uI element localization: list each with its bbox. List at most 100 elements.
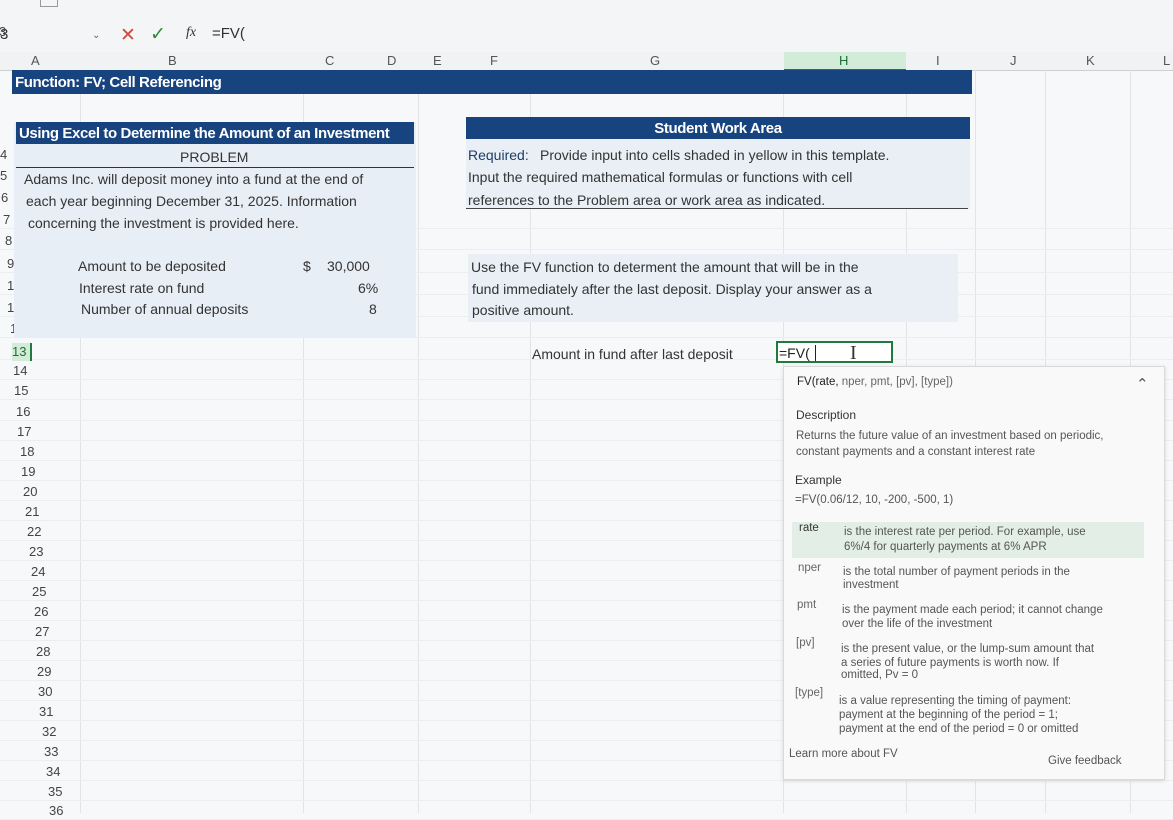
learn-more-link[interactable]: Learn more about FV (789, 748, 898, 760)
column-header-b[interactable]: B (168, 53, 177, 68)
row-header[interactable]: 30 (38, 684, 52, 699)
arg-desc: omitted, Pv = 0 (841, 669, 919, 681)
problem-label: PROBLEM (180, 149, 249, 165)
divider (466, 208, 968, 209)
arg-name: rate (799, 522, 819, 534)
divider (16, 167, 414, 168)
input-value[interactable]: 30,000 (327, 258, 370, 274)
column-header-a[interactable]: A (31, 53, 40, 68)
required-text-line: Input the required mathematical formulas… (468, 169, 853, 185)
cancel-icon[interactable]: ✕ (120, 24, 136, 47)
input-value[interactable]: 8 (369, 301, 377, 317)
fx-icon[interactable]: fx (186, 25, 196, 41)
required-label: Required: (468, 147, 529, 163)
row-header[interactable]: 33 (44, 744, 58, 759)
row-header[interactable]: 16 (16, 404, 30, 419)
function-signature: FV(rate, nper, pmt, [pv], [type]) (797, 376, 953, 388)
chevron-down-icon[interactable]: ⌄ (92, 30, 100, 41)
window-button[interactable] (40, 0, 58, 7)
column-header-h[interactable]: H (839, 53, 848, 68)
row-header[interactable]: 25 (32, 584, 46, 599)
arg-name: nper (798, 562, 822, 574)
row-header[interactable]: 23 (29, 544, 43, 559)
problem-text-line: Adams Inc. will deposit money into a fun… (24, 171, 364, 187)
grid-line (418, 70, 419, 813)
row-header[interactable]: 13 (12, 343, 33, 361)
row-header[interactable]: 27 (35, 624, 49, 639)
arg-desc: is a value representing the timing of pa… (839, 695, 1072, 707)
answer-input[interactable]: =FV( (779, 345, 810, 361)
row-header[interactable]: 18 (20, 444, 34, 459)
required-text-line: references to the Problem area or work a… (468, 192, 826, 208)
row-header[interactable]: 4 (0, 147, 7, 162)
column-headers: A B C D E F G H I J K L (0, 52, 1173, 71)
arg-desc: payment at the beginning of the period =… (839, 709, 1058, 721)
grid-row-line (0, 800, 1173, 801)
column-header-f[interactable]: F (490, 53, 498, 68)
column-header-g[interactable]: G (650, 53, 660, 68)
row-header[interactable]: 36 (49, 803, 63, 818)
input-label: Interest rate on fund (79, 280, 205, 296)
answer-label: Amount in fund after last deposit (532, 346, 733, 362)
row-header[interactable]: 20 (23, 484, 37, 499)
column-header-c[interactable]: C (325, 53, 334, 68)
sheet-title: Function: FV; Cell Referencing (15, 74, 222, 91)
work-header-bar: Student Work Area (466, 117, 970, 139)
column-header-k[interactable]: K (1086, 53, 1095, 68)
row-header[interactable]: 35 (48, 784, 62, 799)
column-header-d[interactable]: D (387, 53, 396, 68)
arg-desc: payment at the end of the period = 0 or … (839, 723, 1079, 735)
row-header[interactable]: 8 (5, 233, 12, 248)
row-header[interactable]: 34 (46, 764, 60, 779)
column-header-l[interactable]: L (1163, 53, 1170, 68)
input-currency: $ (303, 258, 311, 274)
enter-icon[interactable]: ✓ (150, 23, 166, 46)
arg-desc: a series of future payments is worth now… (841, 657, 1059, 669)
arg-name: pmt (797, 599, 817, 611)
formula-input[interactable]: =FV( (212, 25, 245, 42)
work-header: Student Work Area (654, 120, 782, 137)
example-formula: =FV(0.06/12, 10, -200, -500, 1) (795, 494, 954, 506)
row-header[interactable]: 22 (27, 524, 41, 539)
input-label: Amount to be deposited (78, 258, 226, 274)
arg-desc: is the payment made each period; it cann… (842, 604, 1103, 616)
function-tooltip: FV(rate, nper, pmt, [pv], [type]) ⌃ Desc… (783, 366, 1165, 780)
row-header[interactable]: 17 (17, 424, 31, 439)
sheet-title-bar: Function: FV; Cell Referencing (12, 70, 972, 94)
arg-name: [type] (795, 687, 824, 699)
give-feedback-link[interactable]: Give feedback (1048, 755, 1122, 767)
arg-desc: is the total number of payment periods i… (843, 566, 1070, 578)
row-header[interactable]: 14 (13, 363, 27, 378)
answer-cell[interactable]: =FV( I (776, 341, 893, 364)
row-header[interactable]: 19 (21, 464, 35, 479)
problem-header: Using Excel to Determine the Amount of a… (19, 125, 390, 142)
row-header[interactable]: 6 (1, 190, 8, 205)
row-header[interactable]: 31 (39, 704, 53, 719)
problem-text-line: each year beginning December 31, 2025. I… (26, 193, 357, 209)
column-header-i[interactable]: I (936, 53, 940, 68)
formula-bar: 3 ⌄ ✕ ✓ fx =FV( (0, 0, 1173, 53)
text-cursor (815, 345, 816, 361)
arg-desc: 6%/4 for quarterly payments at 6% APR (844, 541, 1047, 553)
arg-desc: is the present value, or the lump-sum am… (841, 643, 1095, 655)
row-header[interactable]: 7 (3, 212, 10, 227)
collapse-icon[interactable]: ⌃ (1136, 375, 1149, 393)
instruction-text-line: positive amount. (472, 302, 574, 318)
description-line: Returns the future value of an investmen… (796, 430, 1104, 442)
input-label: Number of annual deposits (81, 301, 249, 317)
row-header[interactable]: 21 (25, 504, 39, 519)
row-header[interactable]: 15 (14, 383, 28, 398)
row-header[interactable]: 24 (31, 564, 45, 579)
instruction-text-line: fund immediately after the last deposit.… (472, 281, 872, 297)
grid-row-line (0, 780, 1173, 781)
column-header-e[interactable]: E (433, 53, 442, 68)
row-header[interactable]: 29 (37, 664, 51, 679)
row-header[interactable]: 26 (34, 604, 48, 619)
instruction-text-line: Use the FV function to determent the amo… (471, 259, 859, 275)
row-header[interactable]: 3 (0, 24, 6, 39)
row-header[interactable]: 32 (42, 724, 56, 739)
row-header[interactable]: 28 (36, 644, 50, 659)
input-value[interactable]: 6% (358, 280, 378, 296)
row-header[interactable]: 5 (0, 168, 7, 183)
column-header-j[interactable]: J (1010, 53, 1017, 68)
